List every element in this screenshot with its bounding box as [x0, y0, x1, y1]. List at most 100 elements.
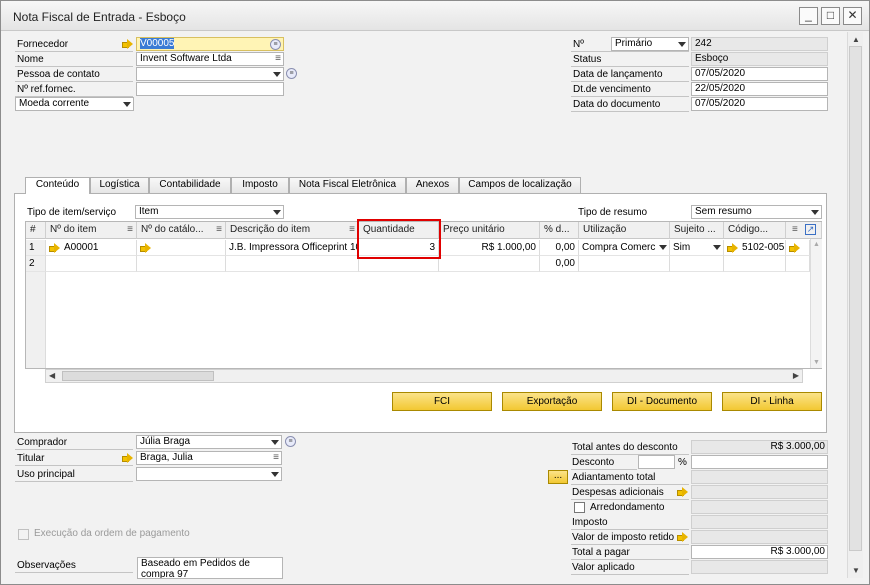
scroll-thumb[interactable] — [62, 371, 214, 381]
vencimento-field[interactable]: 22/05/2020 — [691, 82, 828, 96]
scroll-thumb[interactable] — [849, 46, 862, 551]
link-arrow-icon[interactable] — [677, 487, 689, 497]
link-arrow-icon[interactable] — [727, 243, 739, 253]
desconto-value-field[interactable] — [691, 455, 828, 469]
uso-label: Uso principal — [17, 469, 75, 480]
arredondamento-checkbox[interactable] — [574, 502, 585, 513]
column-header-number[interactable]: # — [26, 222, 46, 239]
desconto-percent-field[interactable] — [638, 455, 675, 469]
tab-conteudo[interactable]: Conteúdo — [25, 177, 90, 194]
fornecedor-field[interactable]: V00005 ≡ — [136, 37, 284, 51]
cell-item[interactable]: A00001 — [46, 240, 137, 256]
cell-sujeito[interactable]: Sim — [670, 240, 724, 256]
documento-field[interactable]: 07/05/2020 — [691, 97, 828, 111]
tab-nfe[interactable]: Nota Fiscal Eletrônica — [289, 177, 406, 193]
lancamento-value: 07/05/2020 — [695, 68, 746, 79]
tab-anexos[interactable]: Anexos — [406, 177, 459, 193]
expand-icon[interactable]: ↗ — [805, 224, 816, 235]
dropdown-arrow-icon[interactable] — [659, 245, 667, 250]
cell-extra[interactable] — [786, 256, 810, 272]
cell-price[interactable] — [439, 256, 540, 272]
tipo-item-select[interactable]: Item — [135, 205, 284, 219]
maximize-button[interactable]: □ — [821, 7, 840, 25]
tab-imposto[interactable]: Imposto — [231, 177, 289, 193]
choose-from-list-icon[interactable]: ≡ — [270, 39, 281, 50]
grid-vertical-scrollbar[interactable]: ▲ ▼ — [810, 239, 822, 368]
column-header-description[interactable]: Descrição do item ≡ — [226, 222, 359, 239]
percent-sign: % — [678, 457, 687, 468]
contato-field[interactable] — [136, 67, 284, 81]
titular-field[interactable]: Braga, Julia ≡ — [136, 451, 282, 465]
di-documento-button[interactable]: DI - Documento — [612, 392, 712, 411]
lancamento-field[interactable]: 07/05/2020 — [691, 67, 828, 81]
comprador-select[interactable]: Júlia Braga — [136, 435, 282, 449]
adiantamento-button[interactable]: ... — [548, 470, 568, 484]
scroll-left-icon[interactable]: ◀ — [49, 371, 55, 380]
cell-catalog[interactable] — [137, 240, 226, 256]
row-number[interactable]: 2 — [26, 256, 46, 272]
adiantamento-field — [691, 470, 828, 484]
grid-horizontal-scrollbar[interactable]: ◀ ▶ — [45, 369, 803, 383]
column-header-discount[interactable]: % d... — [540, 222, 579, 239]
scroll-up-icon[interactable]: ▲ — [813, 241, 820, 248]
column-header-codigo[interactable]: Código... — [724, 222, 786, 239]
cell-utilizacao[interactable] — [579, 256, 670, 272]
nome-value: Invent Software Ltda — [140, 53, 232, 64]
row-number[interactable]: 1 — [26, 240, 46, 256]
tipo-resumo-select[interactable]: Sem resumo — [691, 205, 822, 219]
cell-utilizacao[interactable]: Compra Comerc — [579, 240, 670, 256]
cell-catalog[interactable] — [137, 256, 226, 272]
link-arrow-icon[interactable] — [677, 532, 689, 542]
column-header-sujeito[interactable]: Sujeito ... — [670, 222, 724, 239]
menu-icon[interactable]: ≡ — [792, 222, 798, 238]
window-vertical-scrollbar[interactable]: ▲ ▼ — [847, 32, 863, 578]
observacoes-field[interactable]: Baseado em Pedidos de compra 97 — [137, 557, 283, 579]
scroll-up-icon[interactable]: ▲ — [852, 35, 860, 44]
link-arrow-icon[interactable] — [789, 243, 801, 253]
cell-item[interactable] — [46, 256, 137, 272]
menu-icon[interactable]: ≡ — [273, 452, 279, 464]
cell-sujeito[interactable] — [670, 256, 724, 272]
info-icon[interactable]: ≡ — [286, 68, 297, 79]
cell-codigo[interactable]: 5102-005 — [724, 240, 786, 256]
exportacao-button[interactable]: Exportação — [502, 392, 602, 411]
tab-localizacao[interactable]: Campos de localização — [459, 177, 581, 193]
cell-description[interactable]: J.B. Impressora Officeprint 10 — [226, 240, 359, 256]
menu-icon[interactable]: ≡ — [275, 53, 281, 65]
cell-price[interactable]: R$ 1.000,00 — [439, 240, 540, 256]
link-arrow-icon[interactable] — [122, 453, 134, 463]
tab-logistica[interactable]: Logística — [90, 177, 149, 193]
cell-discount[interactable]: 0,00 — [540, 240, 579, 256]
link-arrow-icon[interactable] — [49, 243, 61, 253]
uso-select[interactable] — [136, 467, 282, 481]
link-arrow-icon[interactable] — [122, 39, 134, 49]
cell-codigo[interactable] — [724, 256, 786, 272]
info-icon[interactable]: ≡ — [285, 436, 296, 447]
tab-contabilidade[interactable]: Contabilidade — [149, 177, 231, 193]
cell-description[interactable] — [226, 256, 359, 272]
serie-select[interactable]: Primário — [611, 37, 689, 51]
column-header-price[interactable]: Preço unitário — [439, 222, 540, 239]
fci-button[interactable]: FCI — [392, 392, 492, 411]
scroll-right-icon[interactable]: ▶ — [793, 371, 799, 380]
nome-field[interactable]: Invent Software Ltda ≡ — [136, 52, 284, 66]
menu-icon[interactable]: ≡ — [349, 222, 355, 238]
menu-icon[interactable]: ≡ — [127, 222, 133, 238]
di-linha-button[interactable]: DI - Linha — [722, 392, 822, 411]
close-button[interactable]: ✕ — [843, 7, 862, 25]
column-header-item[interactable]: Nº do item ≡ — [46, 222, 137, 239]
ref-field[interactable] — [136, 82, 284, 96]
dropdown-arrow-icon[interactable] — [713, 245, 721, 250]
scroll-down-icon[interactable]: ▼ — [813, 359, 820, 366]
menu-icon[interactable]: ≡ — [216, 222, 222, 238]
execucao-checkbox[interactable] — [18, 529, 29, 540]
minimize-button[interactable]: _ — [799, 7, 818, 25]
cell-extra[interactable] — [786, 240, 810, 256]
column-header-catalog[interactable]: Nº do catálo... ≡ — [137, 222, 226, 239]
cell-discount[interactable]: 0,00 — [540, 256, 579, 272]
column-header-extra[interactable]: ≡ ↗ — [786, 222, 822, 239]
column-header-utilizacao[interactable]: Utilização — [579, 222, 670, 239]
moeda-select[interactable]: Moeda corrente — [15, 97, 134, 111]
link-arrow-icon[interactable] — [140, 243, 152, 253]
scroll-down-icon[interactable]: ▼ — [852, 566, 860, 575]
